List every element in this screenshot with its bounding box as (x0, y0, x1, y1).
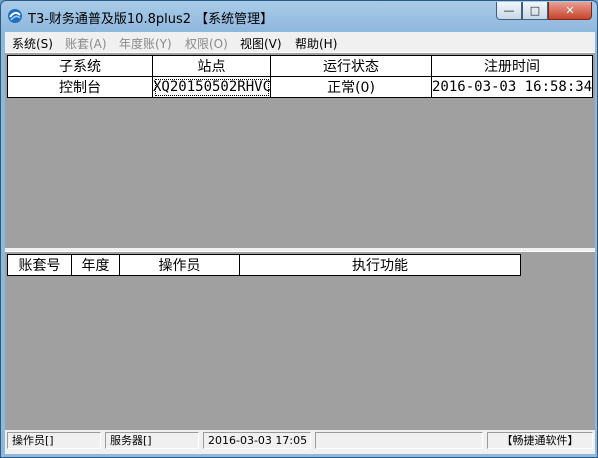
minimize-icon: — (503, 4, 515, 17)
maximize-icon: □ (529, 4, 541, 17)
status-server: 服务器[] (105, 432, 199, 449)
window-title: T3-财务通普及版10.8plus2 【系统管理】 (28, 12, 274, 27)
column-header-account-no[interactable]: 账套号 (7, 254, 72, 276)
cell-register-time[interactable]: 2016-03-03 16:58:34 (431, 76, 593, 98)
status-bar: 操作员[] 服务器[] 2016-03-03 17:05 【畅捷通软件】 (5, 430, 595, 454)
menu-account-set[interactable]: 账套(A) (65, 35, 107, 52)
close-button[interactable]: ✕ (548, 2, 592, 20)
column-header-subsystem[interactable]: 子系统 (7, 55, 153, 77)
status-brand: 【畅捷通软件】 (487, 432, 593, 449)
title-bar[interactable]: T3-财务通普及版10.8plus2 【系统管理】 — □ ✕ (1, 1, 597, 31)
cell-subsystem[interactable]: 控制台 (7, 76, 153, 98)
table-header-row: 子系统 站点 运行状态 注册时间 (7, 55, 593, 77)
client-area: 系统(S) 账套(A) 年度账(Y) 权限(O) 视图(V) 帮助(H) 子系统… (5, 32, 595, 454)
column-header-year[interactable]: 年度 (71, 254, 120, 276)
menu-system[interactable]: 系统(S) (12, 35, 53, 52)
subsystem-table: 子系统 站点 运行状态 注册时间 控制台 XQ20150502RHVC 正常(0… (7, 55, 593, 98)
column-header-run-status[interactable]: 运行状态 (270, 55, 432, 77)
minimize-button[interactable]: — (496, 2, 522, 20)
task-table: 账套号 年度 操作员 执行功能 (7, 254, 521, 276)
table-row[interactable]: 控制台 XQ20150502RHVC 正常(0) 2016-03-03 16:5… (7, 76, 593, 98)
menu-view[interactable]: 视图(V) (240, 35, 282, 52)
status-empty (315, 432, 483, 449)
task-panel: 账套号 年度 操作员 执行功能 (5, 251, 595, 432)
main-window: T3-财务通普及版10.8plus2 【系统管理】 — □ ✕ 系统(S) 账套… (0, 0, 598, 458)
status-operator: 操作员[] (7, 432, 101, 449)
menu-bar: 系统(S) 账套(A) 年度账(Y) 权限(O) 视图(V) 帮助(H) (5, 32, 595, 52)
menu-help[interactable]: 帮助(H) (295, 35, 337, 52)
subsystem-panel: 子系统 站点 运行状态 注册时间 控制台 XQ20150502RHVC 正常(0… (5, 52, 595, 248)
column-header-site[interactable]: 站点 (152, 55, 271, 77)
maximize-button[interactable]: □ (522, 2, 548, 20)
menu-annual-account[interactable]: 年度账(Y) (119, 35, 172, 52)
cell-run-status[interactable]: 正常(0) (270, 76, 432, 98)
column-header-function[interactable]: 执行功能 (239, 254, 521, 276)
table-header-row: 账套号 年度 操作员 执行功能 (7, 254, 521, 276)
status-datetime: 2016-03-03 17:05 (203, 432, 311, 449)
column-header-register-time[interactable]: 注册时间 (431, 55, 593, 77)
menu-permission[interactable]: 权限(O) (185, 35, 228, 52)
column-header-operator[interactable]: 操作员 (119, 254, 240, 276)
app-logo-icon (8, 9, 22, 23)
cell-site[interactable]: XQ20150502RHVC (152, 76, 271, 98)
close-icon: ✕ (565, 4, 575, 17)
